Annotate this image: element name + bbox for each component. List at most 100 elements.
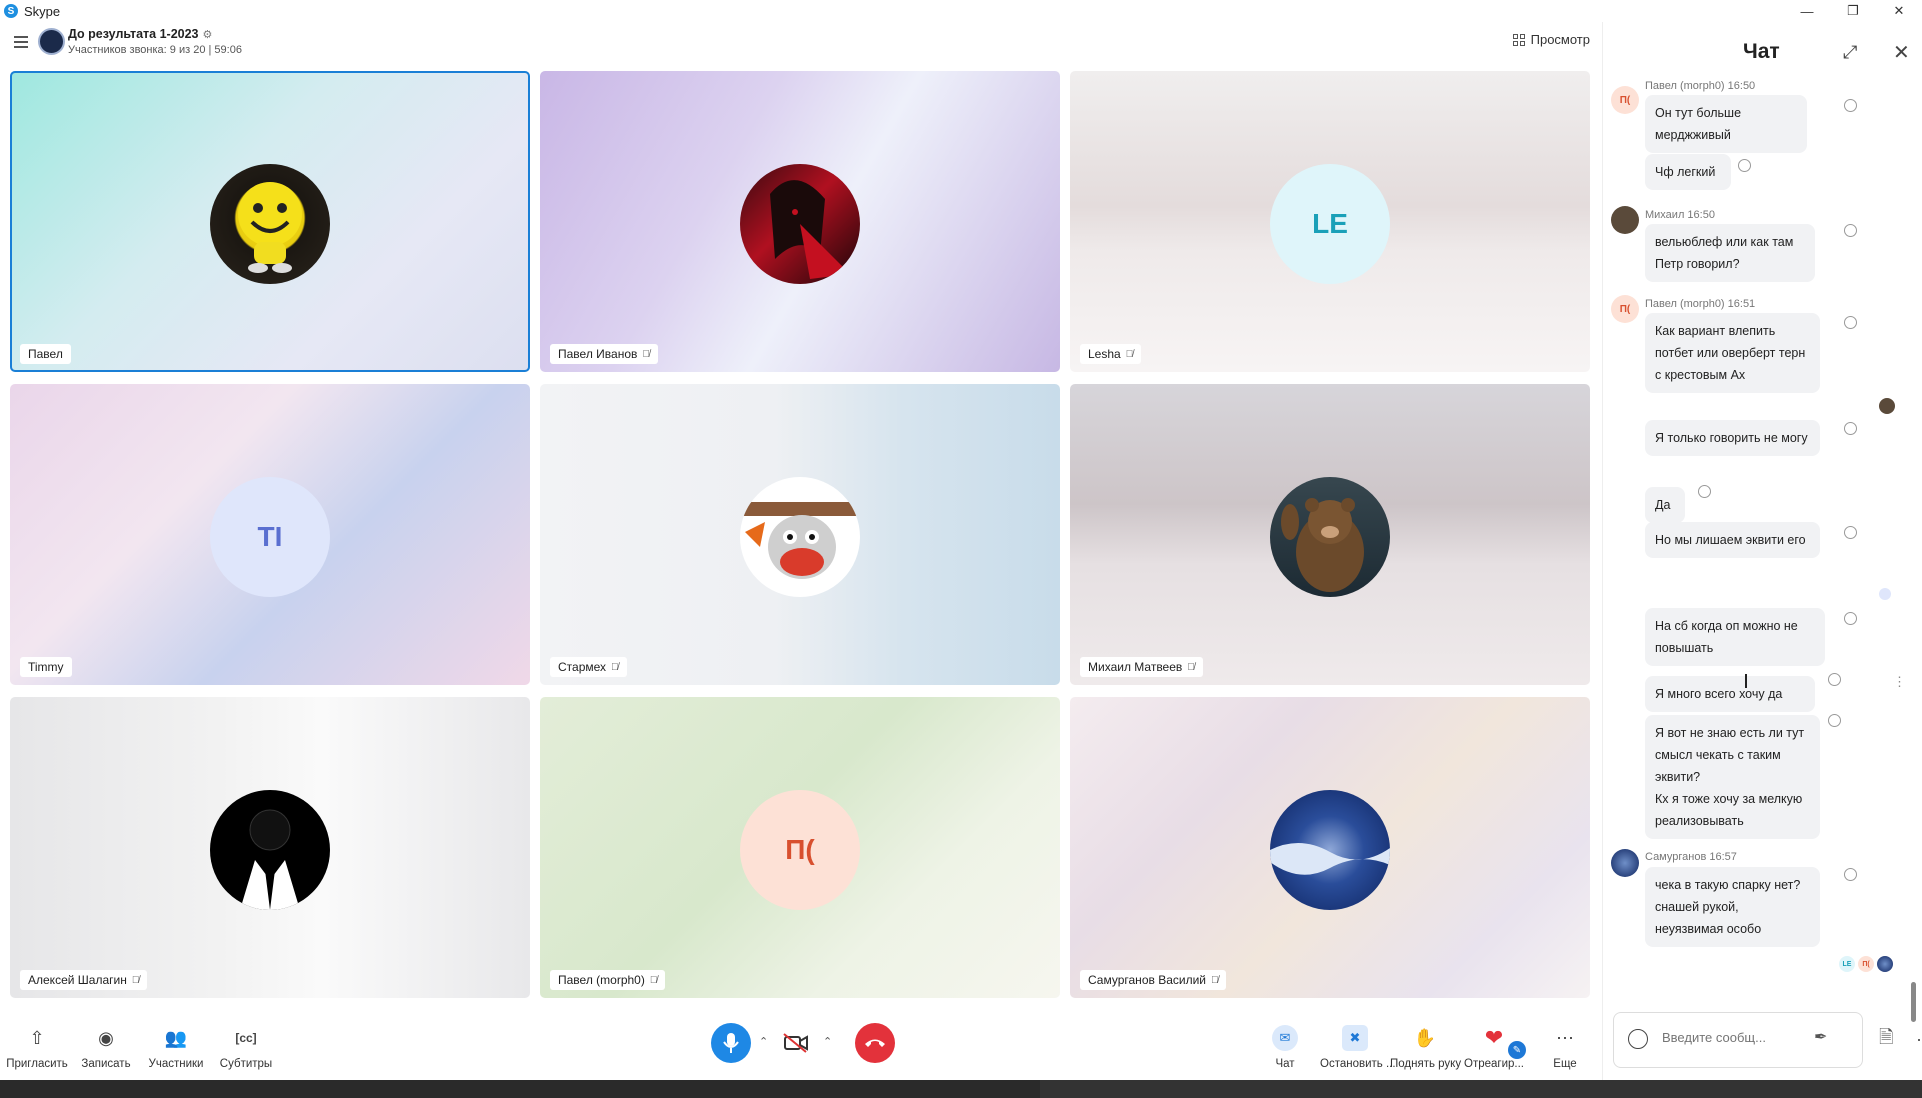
hang-up-icon — [865, 1039, 885, 1047]
reaction-smiley-icon[interactable] — [1844, 526, 1857, 539]
chat-title: Чат — [1743, 40, 1780, 63]
text-cursor — [1745, 674, 1747, 688]
participant-tile[interactable]: LE Lesha 🎙̸ — [1070, 71, 1590, 372]
message-bubble[interactable]: Чф легкий — [1645, 154, 1731, 190]
gear-icon[interactable]: ⚙ — [203, 29, 213, 41]
heart-icon: ❤ — [1484, 1025, 1504, 1050]
message-bubble[interactable]: На сб когда оп можно не повышать — [1645, 608, 1825, 666]
message-sender: Павел (morph0) 16:51 — [1645, 298, 1756, 310]
raise-hand-button[interactable]: ✋ Поднять руку — [1390, 1024, 1461, 1071]
participant-name-tag: Михаил Матвеев 🎙̸ — [1080, 657, 1203, 677]
group-title[interactable]: До результата 1-2023 ⚙ — [68, 27, 212, 41]
message-bubble[interactable]: Да — [1645, 487, 1685, 523]
message-bubble[interactable]: Но мы лишаем эквити его — [1645, 522, 1820, 558]
microphone-icon — [723, 1033, 739, 1053]
group-avatar[interactable] — [38, 28, 65, 55]
message-bubble[interactable]: вельюблеф или как там Петр говорил? — [1645, 224, 1815, 282]
more-button[interactable]: ⋯ Еще — [1530, 1024, 1600, 1071]
expand-icon[interactable]: ⤢ — [1843, 42, 1857, 63]
participant-tile[interactable]: П( Павел (morph0) 🎙̸ — [540, 697, 1060, 998]
participant-name-tag: Lesha 🎙̸ — [1080, 344, 1142, 364]
participant-name-tag: Timmy — [20, 657, 72, 677]
participants-button[interactable]: 👥 Участники — [141, 1024, 211, 1071]
reaction-smiley-icon[interactable] — [1828, 673, 1841, 686]
camera-button[interactable] — [776, 1023, 816, 1063]
message-bubble[interactable]: Как вариант влепить потбет или оверберт … — [1645, 313, 1820, 393]
subtitles-button[interactable]: [cc] Субтитры — [211, 1024, 281, 1070]
reaction-smiley-icon[interactable] — [1738, 159, 1751, 172]
reaction-smiley-icon[interactable] — [1844, 422, 1857, 435]
microphone-button[interactable] — [711, 1023, 751, 1063]
participant-tile[interactable]: Алексей Шалагин 🎙̸ — [10, 697, 530, 998]
hand-icon: ✋ — [1413, 1027, 1437, 1048]
stop-sharing-button[interactable]: ✖ Остановить ... — [1320, 1024, 1396, 1070]
view-button[interactable]: Просмотр — [1512, 32, 1590, 47]
emoji-icon[interactable] — [1628, 1029, 1648, 1049]
participant-tile[interactable]: Павел Иванов 🎙̸ — [540, 71, 1060, 372]
avatar — [210, 790, 330, 910]
message-sender: Михаил 16:50 — [1645, 209, 1715, 221]
record-icon: ◉ — [98, 1027, 114, 1048]
end-call-button[interactable] — [855, 1023, 895, 1063]
chat-panel: Чат ⤢ ✕ П( Павел (morph0) 16:50 Он тут б… — [1602, 22, 1922, 1080]
reaction-smiley-icon[interactable] — [1844, 612, 1857, 625]
reaction-smiley-icon[interactable] — [1844, 868, 1857, 881]
avatar — [1270, 790, 1390, 910]
message-bubble[interactable]: Я только говорить не могу — [1645, 420, 1820, 456]
more-options-icon[interactable]: ⋮ — [1893, 674, 1906, 690]
camera-options-chevron-icon[interactable]: ⌃ — [823, 1035, 832, 1048]
participant-tile[interactable]: Стармех 🎙̸ — [540, 384, 1060, 685]
message-bubble[interactable]: Он тут больше мерджживый — [1645, 95, 1807, 153]
more-dots-icon[interactable]: ⋯ — [1916, 1030, 1922, 1051]
os-taskbar — [0, 1080, 1922, 1098]
message-bubble[interactable]: чека в такую спарку нет? снашей рукой, н… — [1645, 867, 1820, 947]
participant-name-tag: Алексей Шалагин 🎙̸ — [20, 970, 148, 990]
message-bubble[interactable]: Я много всего хочу да — [1645, 676, 1815, 712]
message-sender: Павел (morph0) 16:50 — [1645, 80, 1756, 92]
invite-button[interactable]: ⇧ Пригласить — [2, 1024, 72, 1071]
avatar: TI — [210, 477, 330, 597]
hamburger-menu-icon[interactable] — [14, 36, 28, 48]
participant-name-tag: Павел (morph0) 🎙̸ — [550, 970, 666, 990]
more-dots-icon: ⋯ — [1556, 1027, 1574, 1048]
mic-off-icon: 🎙̸ — [1125, 348, 1134, 360]
read-receipt-avatar: П( — [1858, 956, 1874, 972]
close-icon[interactable]: ✕ — [1893, 40, 1910, 65]
read-receipt-avatar — [1879, 398, 1895, 414]
close-window-button[interactable]: ✕ — [1876, 0, 1922, 22]
avatar[interactable]: П( — [1611, 86, 1639, 114]
participant-tile[interactable]: TI Timmy — [10, 384, 530, 685]
reaction-smiley-icon[interactable] — [1844, 99, 1857, 112]
send-file-icon[interactable]: 🗎 — [1879, 1025, 1893, 1055]
participant-tile[interactable]: Павел — [10, 71, 530, 372]
avatar[interactable] — [1611, 206, 1639, 234]
reaction-smiley-icon[interactable] — [1844, 316, 1857, 329]
participant-tile[interactable]: Самурганов Василий 🎙̸ — [1070, 697, 1590, 998]
participant-name-tag: Павел Иванов 🎙̸ — [550, 344, 658, 364]
reaction-smiley-icon[interactable] — [1698, 485, 1711, 498]
mic-options-chevron-icon[interactable]: ⌃ — [759, 1035, 768, 1048]
chat-button[interactable]: ✉ Чат — [1250, 1024, 1320, 1070]
restore-button[interactable]: ❐ — [1830, 0, 1876, 22]
skype-logo-icon: S — [4, 4, 18, 18]
participant-tile[interactable]: Михаил Матвеев 🎙̸ — [1070, 384, 1590, 685]
avatar[interactable] — [1611, 849, 1639, 877]
read-receipt-avatar — [1877, 956, 1893, 972]
avatar[interactable]: П( — [1611, 295, 1639, 323]
share-icon: ⇧ — [29, 1027, 45, 1048]
avatar — [1270, 477, 1390, 597]
chat-scrollbar[interactable] — [1911, 982, 1916, 1022]
grid-icon — [1512, 33, 1525, 46]
stop-share-icon: ✖ — [1342, 1025, 1368, 1051]
message-input[interactable] — [1662, 1030, 1792, 1045]
chat-message-list[interactable]: П( Павел (morph0) 16:50 Он тут больше ме… — [1603, 80, 1922, 980]
avatar: П( — [740, 790, 860, 910]
reaction-smiley-icon[interactable] — [1844, 224, 1857, 237]
message-sender: Самурганов 16:57 — [1645, 851, 1737, 863]
minimize-button[interactable]: — — [1784, 0, 1830, 22]
message-bubble[interactable]: Я вот не знаю есть ли тут смысл чекать с… — [1645, 715, 1820, 839]
record-button[interactable]: ◉ Записать — [71, 1024, 141, 1071]
pen-icon[interactable]: ✒ — [1814, 1027, 1827, 1047]
reaction-smiley-icon[interactable] — [1828, 714, 1841, 727]
window-title: Skype — [24, 3, 61, 19]
